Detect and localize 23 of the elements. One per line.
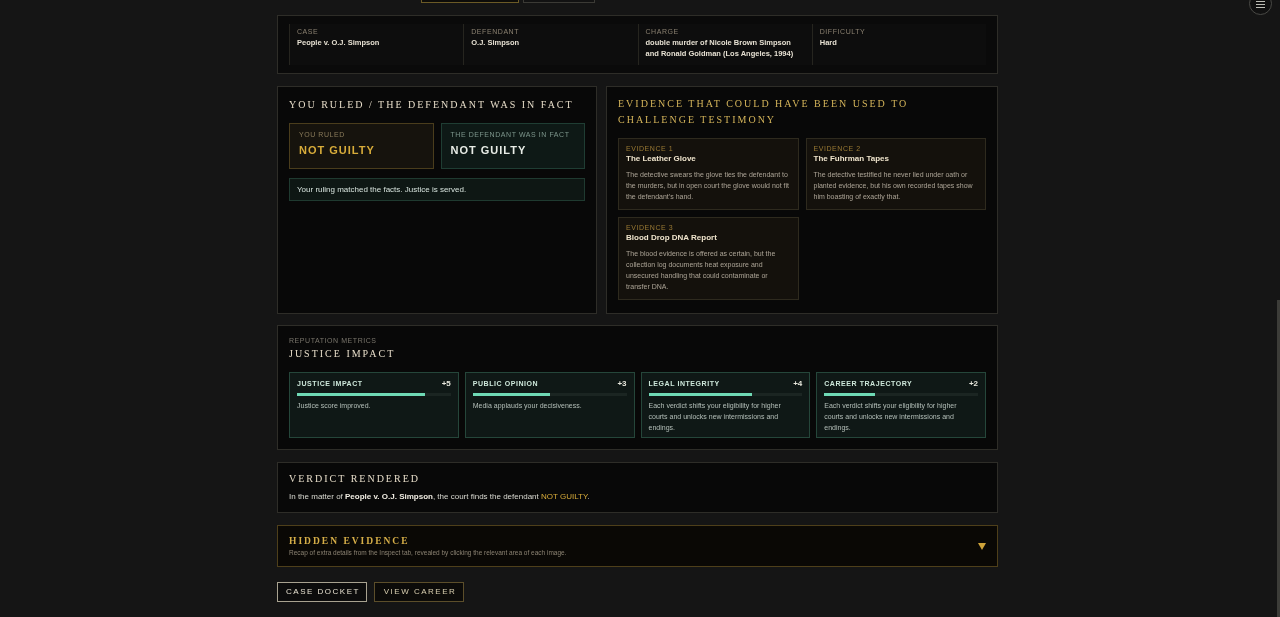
section-title: JUSTICE IMPACT: [289, 348, 397, 359]
scrollbar-thumb[interactable]: [1277, 300, 1280, 617]
action-button[interactable]: VIEW CAREER: [374, 582, 464, 602]
menu-icon: [1256, 1, 1265, 8]
evidence-title: The Fuhrman Tapes: [813, 153, 890, 164]
partial-button[interactable]: [421, 0, 519, 3]
metric-value: +3: [617, 379, 627, 389]
verdict-sentence: In the matter of People v. O.J. Simpson, the court finds the defendant NOT GUILTY.: [289, 491, 591, 503]
ruling-value: NOT GUILTY: [450, 143, 528, 157]
section-title: HIDDEN EVIDENCE: [289, 535, 411, 546]
metric-value: +4: [793, 379, 803, 389]
metric-value: +2: [968, 379, 978, 389]
evidence-title: The Leather Glove: [626, 153, 697, 164]
panel-title: YOU RULED / THE DEFENDANT WAS IN FACT: [289, 99, 575, 110]
ruling-value: NOT GUILTY: [299, 143, 376, 157]
section-title: VERDICT RENDERED: [289, 473, 421, 484]
action-button[interactable]: CASE DOCKET: [277, 582, 367, 602]
panel-title: EVIDENCE THAT COULD HAVE BEEN USED TO CHALLENGE TESTIMONY: [618, 97, 910, 127]
caret-icon[interactable]: [978, 542, 986, 550]
partial-button[interactable]: [523, 0, 595, 3]
metric-value: +5: [441, 379, 451, 389]
evidence-title: Blood Drop DNA Report: [626, 232, 718, 243]
result-message: Your ruling matched the facts. Justice is served.: [289, 178, 585, 201]
